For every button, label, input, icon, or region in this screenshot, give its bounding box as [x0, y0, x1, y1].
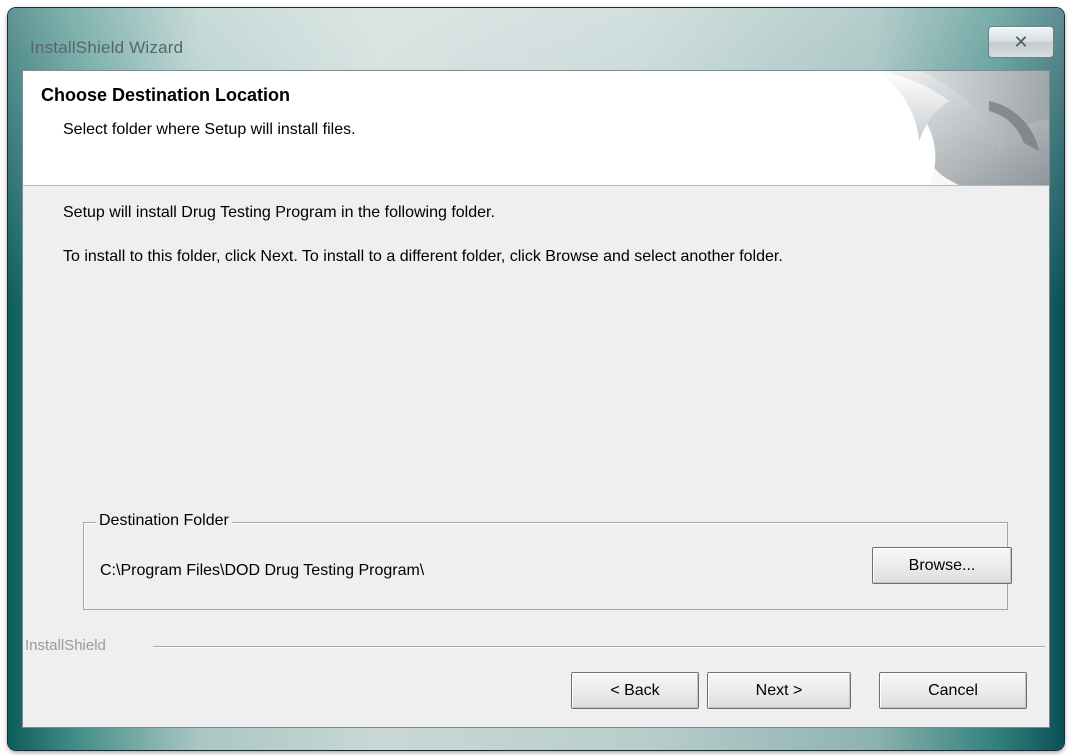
cancel-button[interactable]: Cancel — [879, 672, 1027, 709]
destination-folder-group: Destination Folder C:\Program Files\DOD … — [83, 512, 1012, 610]
wizard-header: Choose Destination Location Select folde… — [23, 71, 1049, 186]
window-title: InstallShield Wizard — [30, 38, 184, 57]
destination-folder-legend: Destination Folder — [96, 512, 232, 530]
page-title: Choose Destination Location — [41, 85, 291, 105]
title-bar[interactable]: InstallShield Wizard ✕ — [8, 8, 1064, 76]
browse-button[interactable]: Browse... — [872, 547, 1012, 584]
install-info-text: Setup will install Drug Testing Program … — [63, 204, 495, 221]
close-icon: ✕ — [1013, 31, 1029, 52]
page-subtitle: Select folder where Setup will install f… — [63, 121, 356, 138]
wizard-client-area: Choose Destination Location Select folde… — [22, 70, 1050, 728]
installshield-brand-line: InstallShield — [23, 636, 1049, 656]
next-button[interactable]: Next > — [707, 672, 851, 709]
destination-path: C:\Program Files\DOD Drug Testing Progra… — [100, 562, 425, 579]
back-button[interactable]: < Back — [571, 672, 699, 709]
page-curl-icon — [879, 71, 1049, 185]
divider — [153, 646, 1045, 648]
installshield-brand-label: InstallShield — [25, 637, 106, 654]
install-instructions-text: To install to this folder, click Next. T… — [63, 248, 783, 265]
close-button[interactable]: ✕ — [988, 26, 1054, 58]
